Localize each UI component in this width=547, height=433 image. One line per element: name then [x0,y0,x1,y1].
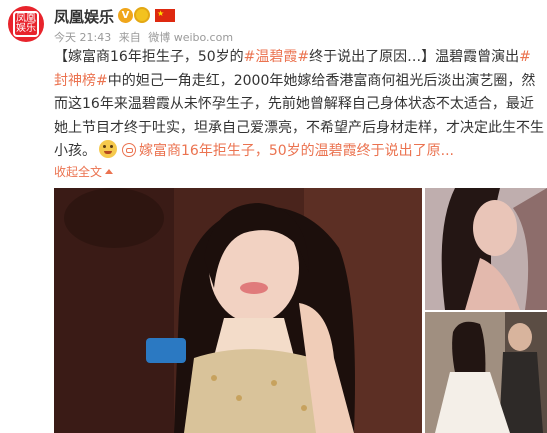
verified-badge-icon[interactable]: V [118,8,133,23]
photo-side-top-illustration [425,188,547,310]
post-source-prefix: 来自 [118,31,141,44]
collapse-full-text-button[interactable]: 收起全文 [54,163,114,180]
photo-main-illustration [54,188,422,433]
avatar[interactable]: 凤凰娱乐 [8,6,44,42]
post-text-part: 终于说出了原因…】温碧霞曾演出 [309,49,520,65]
post-time[interactable]: 今天 21:43 [54,31,111,44]
collapse-label: 收起全文 [54,165,103,179]
drooling-face-emoji-icon [99,140,117,158]
article-link[interactable]: 嫁富商16年拒生子，50岁的温碧霞终于说出了原... [139,143,454,159]
username-link[interactable]: 凤凰娱乐 [54,6,114,27]
link-icon[interactable] [122,143,136,157]
post-photo-side-top[interactable] [425,188,547,310]
china-flag-icon[interactable]: ★ [155,9,175,22]
post-photo-main[interactable] [54,188,422,433]
photo-side-bottom-illustration [425,312,547,433]
post-text-part: 【嫁富商16年拒生子，50岁的 [54,49,244,65]
star-icon: ★ [157,9,165,18]
post-meta: 今天 21:43 来自 微博 weibo.com [54,29,237,45]
post-body: 【嫁富商16年拒生子，50岁的#温碧霞#终于说出了原因…】温碧霞曾演出#封神榜#… [54,46,544,164]
caret-up-icon [105,169,114,174]
medal-icon[interactable] [134,7,150,23]
post-source[interactable]: 微博 weibo.com [148,31,233,44]
post-photo-side-bottom[interactable] [425,312,547,433]
avatar-logo-text: 凤凰娱乐 [13,11,39,37]
hashtag-wenbixia[interactable]: #温碧霞# [244,49,309,65]
